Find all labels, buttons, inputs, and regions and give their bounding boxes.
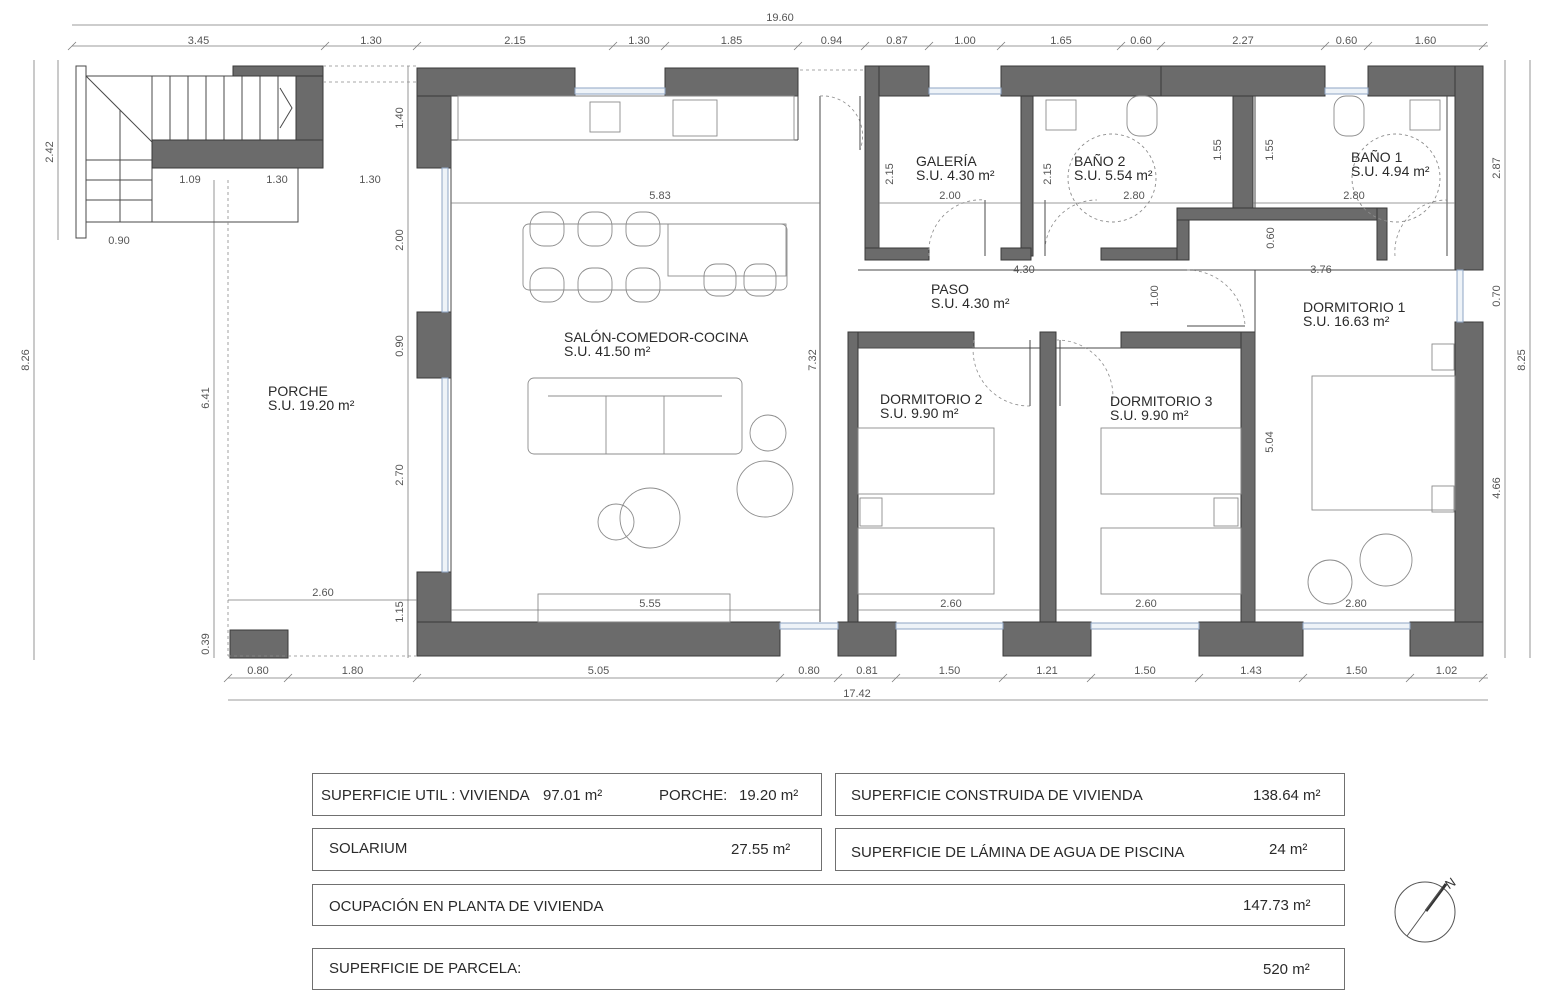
room-dormitorio1-area: S.U. 16.63 m² [1303, 313, 1390, 329]
dim-top: 0.94 [821, 35, 842, 47]
dim-interior: 2.80 [1345, 598, 1366, 610]
dim-bottom: 1.21 [1036, 665, 1057, 677]
dim-top: 1.60 [1415, 35, 1436, 47]
dim-interior: 2.00 [939, 190, 960, 202]
dim-mid-vertical: 2.70 [394, 464, 406, 485]
porche-value: 19.20 m² [739, 787, 799, 804]
interior-dimension-lines [228, 202, 1455, 611]
room-dormitorio2-area: S.U. 9.90 m² [880, 405, 959, 421]
dim-bottom: 1.50 [1134, 665, 1155, 677]
room-galeria-area: S.U. 4.30 m² [916, 167, 995, 183]
dim-interior: 0.60 [1265, 227, 1277, 248]
dim-bottom: 0.80 [247, 665, 268, 677]
room-salon-area: S.U. 41.50 m² [564, 343, 651, 359]
dim-bottom: 0.81 [856, 665, 877, 677]
dim-interior: 5.83 [649, 190, 670, 202]
construida-value: 138.64 m² [1253, 787, 1321, 804]
dim-mid-vertical: 0.90 [394, 335, 406, 356]
dim-interior: 2.80 [1343, 190, 1364, 202]
construida-label: SUPERFICIE CONSTRUIDA DE VIVIENDA [851, 787, 1143, 804]
util-label: SUPERFICIE UTIL : VIVIENDA [321, 787, 530, 804]
dim-top: 1.65 [1050, 35, 1071, 47]
dim-left-outer: 2.42 [44, 141, 56, 162]
room-porche-area: S.U. 19.20 m² [268, 397, 355, 413]
ocupacion-value: 147.73 m² [1243, 897, 1311, 914]
lamina-value: 24 m² [1269, 841, 1308, 858]
room-dormitorio3-area: S.U. 9.90 m² [1110, 407, 1189, 423]
dim-top: 1.30 [360, 35, 381, 47]
dimension-labels: 19.60 17.42 3.45 1.30 2.15 1.30 1.85 0.94 0.87… [20, 12, 1528, 700]
dim-right: 0.70 [1491, 285, 1503, 306]
solarium-label: SOLARIUM [329, 840, 408, 857]
dim-mid-vertical: 1.15 [394, 601, 406, 622]
dim-interior: 7.32 [807, 349, 819, 370]
solarium-value: 27.55 m² [731, 841, 791, 858]
dim-top: 0.60 [1336, 35, 1357, 47]
dim-interior: 4.30 [1013, 264, 1034, 276]
dim-top: 1.30 [628, 35, 649, 47]
room-paso-area: S.U. 4.30 m² [931, 295, 1010, 311]
dim-interior: 5.04 [1264, 431, 1276, 452]
dim-bottom: 1.50 [1346, 665, 1367, 677]
dim-bottom: 1.80 [342, 665, 363, 677]
dim-stairs: 1.30 [266, 174, 287, 186]
dim-mid-vertical: 2.00 [394, 229, 406, 250]
dim-bottom: 1.02 [1436, 665, 1457, 677]
parcela-label: SUPERFICIE DE PARCELA: [329, 960, 522, 977]
dim-left-inner: 6.41 [200, 387, 212, 408]
summary-box-construida: SUPERFICIE CONSTRUIDA DE VIVIENDA 138.64… [835, 773, 1345, 816]
dim-top: 0.87 [886, 35, 907, 47]
porche-label: PORCHE: [659, 787, 728, 804]
dim-right: 2.87 [1491, 157, 1503, 178]
util-value: 97.01 m² [543, 787, 603, 804]
summary-box-util: SUPERFICIE UTIL : VIVIENDA 97.01 m² PORC… [312, 773, 822, 816]
dim-bottom: 5.05 [588, 665, 609, 677]
dim-right: 4.66 [1491, 477, 1503, 498]
summary-box-ocupacion: OCUPACIÓN EN PLANTA DE VIVIENDA 147.73 m… [312, 884, 1345, 926]
summary-box-solarium: SOLARIUM 27.55 m² [312, 828, 822, 871]
dim-interior: 1.55 [1264, 139, 1276, 160]
dimension-lines [33, 24, 1531, 701]
dim-top: 1.85 [721, 35, 742, 47]
summary-box-parcela: SUPERFICIE DE PARCELA: 520 m² [312, 948, 1345, 990]
dim-bottom: 0.80 [798, 665, 819, 677]
dim-stairs: 1.09 [179, 174, 200, 186]
dim-top: 3.45 [188, 35, 209, 47]
porch-outline [227, 65, 865, 657]
dim-interior: 1.55 [1212, 139, 1224, 160]
dim-interior: 2.15 [884, 163, 896, 184]
dim-interior: 1.00 [1149, 285, 1161, 306]
dim-mid-vertical: 1.40 [394, 107, 406, 128]
dim-overall-top: 19.60 [766, 12, 794, 24]
dim-interior: 2.60 [1135, 598, 1156, 610]
dim-left-inner: 0.39 [200, 633, 212, 654]
dim-top: 0.60 [1130, 35, 1151, 47]
dim-stairs: 0.90 [108, 235, 129, 247]
parcela-value: 520 m² [1263, 961, 1310, 978]
room-bano2-area: S.U. 5.54 m² [1074, 167, 1153, 183]
dim-right: 8.25 [1516, 349, 1528, 370]
room-bano1-area: S.U. 4.94 m² [1351, 163, 1430, 179]
dim-interior: 5.55 [639, 598, 660, 610]
lamina-label: SUPERFICIE DE LÁMINA DE AGUA DE PISCINA [851, 844, 1185, 861]
dim-overall-bottom: 17.42 [843, 688, 871, 700]
dim-left-outer: 8.26 [20, 349, 32, 370]
dim-stairs: 1.30 [359, 174, 380, 186]
dim-bottom: 1.43 [1240, 665, 1261, 677]
dim-top: 2.15 [504, 35, 525, 47]
dim-top: 1.00 [954, 35, 975, 47]
dim-interior: 3.76 [1310, 264, 1331, 276]
summary-box-lamina: SUPERFICIE DE LÁMINA DE AGUA DE PISCINA … [835, 828, 1345, 871]
dim-interior: 2.60 [940, 598, 961, 610]
dim-interior: 2.15 [1042, 163, 1054, 184]
dim-bottom: 1.50 [939, 665, 960, 677]
north-arrow-icon: N [1394, 874, 1458, 943]
dim-interior: 2.80 [1123, 190, 1144, 202]
ocupacion-label: OCUPACIÓN EN PLANTA DE VIVIENDA [329, 898, 604, 915]
dim-interior: 2.60 [312, 587, 333, 599]
dim-top: 2.27 [1232, 35, 1253, 47]
